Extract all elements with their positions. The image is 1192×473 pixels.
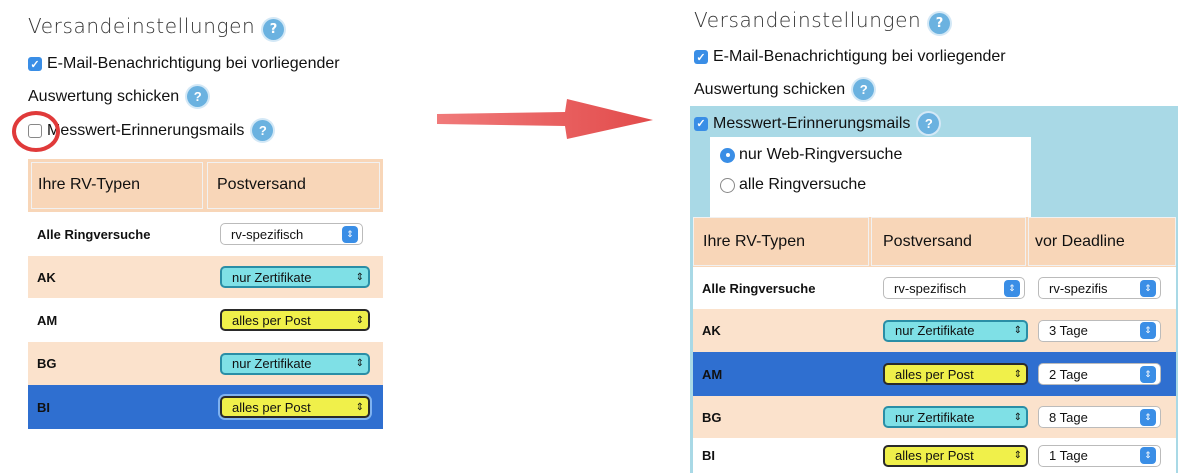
help-icon[interactable]: ? <box>853 79 875 100</box>
postversand-select[interactable]: alles per Post ⇕ <box>883 444 1028 467</box>
postversand-select[interactable]: rv-spezifisch ⇕ <box>883 277 1025 299</box>
updown-icon: ⇕ <box>355 358 364 369</box>
updown-icon: ⇕ <box>1140 279 1156 297</box>
row-name: BG <box>37 356 57 371</box>
deadline-select[interactable]: 3 Tage ⇕ <box>1038 319 1161 342</box>
email-notification-label-2: Auswertung schicken <box>694 80 846 98</box>
radio-web-ringversuche[interactable] <box>720 147 735 163</box>
row-name: BI <box>702 448 715 463</box>
table-row[interactable]: BI alles per Post ⇕ 1 Tage ⇕ <box>693 438 1176 473</box>
updown-icon: ⇕ <box>1004 279 1020 297</box>
help-icon[interactable]: ? <box>263 19 285 40</box>
row-name: Alle Ringversuche <box>702 280 816 296</box>
help-icon[interactable]: ? <box>252 120 274 141</box>
column-header-postversand: Postversand <box>217 176 306 193</box>
help-icon[interactable]: ? <box>918 113 940 134</box>
column-header-vor-deadline: vor Deadline <box>1035 233 1125 250</box>
messwert-row: Messwert-Erinnerungsmails ? <box>28 120 274 141</box>
table-row[interactable]: AM alles per Post ⇕ <box>28 298 383 342</box>
email-notification-row-2: Auswertung schicken ? <box>694 79 875 100</box>
table-row[interactable]: BG nur Zertifikate ⇕ <box>28 342 383 385</box>
updown-icon: ⇕ <box>1140 322 1156 339</box>
postversand-select[interactable]: rv-spezifisch ⇕ <box>220 223 363 245</box>
updown-icon: ⇕ <box>1140 447 1156 464</box>
updown-icon: ⇕ <box>355 401 364 413</box>
row-name: AM <box>702 366 723 382</box>
right-arrow-icon <box>437 99 653 139</box>
radio-web-row[interactable]: nur Web-Ringversuche <box>720 146 902 164</box>
page-title: Versandeinstellungen? <box>694 8 951 34</box>
messwert-row: ✓ Messwert-Erinnerungsmails ? <box>694 113 940 134</box>
row-name: AM <box>37 312 58 328</box>
column-header-rv-types: Ihre RV-Typen <box>38 176 140 193</box>
column-header-postversand: Postversand <box>883 233 972 250</box>
row-name: BG <box>702 409 722 425</box>
row-name: BI <box>37 399 50 415</box>
column-header-rv-types: Ihre RV-Typen <box>703 233 805 250</box>
row-name: AK <box>702 323 721 338</box>
page-title: Versandeinstellungen? <box>28 14 285 40</box>
deadline-select[interactable]: 2 Tage ⇕ <box>1038 363 1161 385</box>
postversand-select[interactable]: alles per Post ⇕ <box>220 396 370 418</box>
table-row[interactable]: Alle Ringversuche rv-spezifisch ⇕ <box>28 212 383 256</box>
table-row-selected[interactable]: AM alles per Post ⇕ 2 Tage ⇕ <box>693 352 1176 396</box>
email-notification-checkbox[interactable]: ✓ <box>694 50 708 64</box>
updown-icon: ⇕ <box>1013 450 1022 461</box>
rv-types-table: Ihre RV-Typen Postversand Alle Ringversu… <box>28 159 383 429</box>
updown-icon: ⇕ <box>1140 408 1156 426</box>
email-notification-row: ✓ E-Mail-Benachrichtigung bei vorliegend… <box>694 48 1006 66</box>
messwert-label: Messwert-Erinnerungsmails <box>713 114 911 132</box>
updown-icon: ⇕ <box>1013 411 1022 423</box>
radio-all-label: alle Ringversuche <box>739 176 867 193</box>
email-notification-label: E-Mail-Benachrichtigung bei vorliegender <box>47 55 340 72</box>
deadline-select[interactable]: 1 Tage ⇕ <box>1038 444 1161 467</box>
postversand-select[interactable]: nur Zertifikate ⇕ <box>883 406 1028 428</box>
radio-all-row[interactable]: alle Ringversuche <box>720 176 866 194</box>
email-notification-row-2: Auswertung schicken ? <box>28 86 209 107</box>
email-notification-label: E-Mail-Benachrichtigung bei vorliegender <box>713 48 1006 65</box>
table-row[interactable]: AK nur Zertifikate ⇕ <box>28 256 383 298</box>
email-notification-checkbox[interactable]: ✓ <box>28 57 42 71</box>
rv-types-table: Ihre RV-Typen Postversand vor Deadline A… <box>693 217 1176 473</box>
radio-alle-ringversuche[interactable] <box>720 177 735 193</box>
email-notification-label-2: Auswertung schicken <box>28 87 180 105</box>
updown-icon: ⇕ <box>355 271 364 283</box>
table-row-selected[interactable]: BI alles per Post ⇕ <box>28 385 383 429</box>
updown-icon: ⇕ <box>342 225 358 243</box>
postversand-select[interactable]: nur Zertifikate ⇕ <box>883 319 1028 342</box>
help-icon[interactable]: ? <box>187 86 209 107</box>
deadline-select[interactable]: rv-spezifis ⇕ <box>1038 277 1161 299</box>
updown-icon: ⇕ <box>1013 325 1022 336</box>
email-notification-row: ✓ E-Mail-Benachrichtigung bei vorliegend… <box>28 55 340 73</box>
row-name: AK <box>37 269 56 285</box>
table-row[interactable]: AK nur Zertifikate ⇕ 3 Tage ⇕ <box>693 309 1176 352</box>
deadline-select[interactable]: 8 Tage ⇕ <box>1038 406 1161 428</box>
messwert-checkbox[interactable]: ✓ <box>694 116 708 131</box>
row-name: Alle Ringversuche <box>37 226 151 242</box>
table-row[interactable]: BG nur Zertifikate ⇕ 8 Tage ⇕ <box>693 396 1176 438</box>
postversand-select[interactable]: nur Zertifikate ⇕ <box>220 352 370 375</box>
updown-icon: ⇕ <box>355 314 364 326</box>
updown-icon: ⇕ <box>1013 368 1022 380</box>
postversand-select[interactable]: nur Zertifikate ⇕ <box>220 266 370 288</box>
table-row[interactable]: Alle Ringversuche rv-spezifisch ⇕ rv-spez… <box>693 267 1176 309</box>
postversand-select[interactable]: alles per Post ⇕ <box>220 309 370 331</box>
help-icon[interactable]: ? <box>929 13 951 34</box>
radio-web-label: nur Web-Ringversuche <box>739 146 903 163</box>
messwert-label: Messwert-Erinnerungsmails <box>47 121 245 139</box>
highlight-circle <box>12 111 60 152</box>
postversand-select[interactable]: alles per Post ⇕ <box>883 363 1028 385</box>
updown-icon: ⇕ <box>1140 365 1156 383</box>
